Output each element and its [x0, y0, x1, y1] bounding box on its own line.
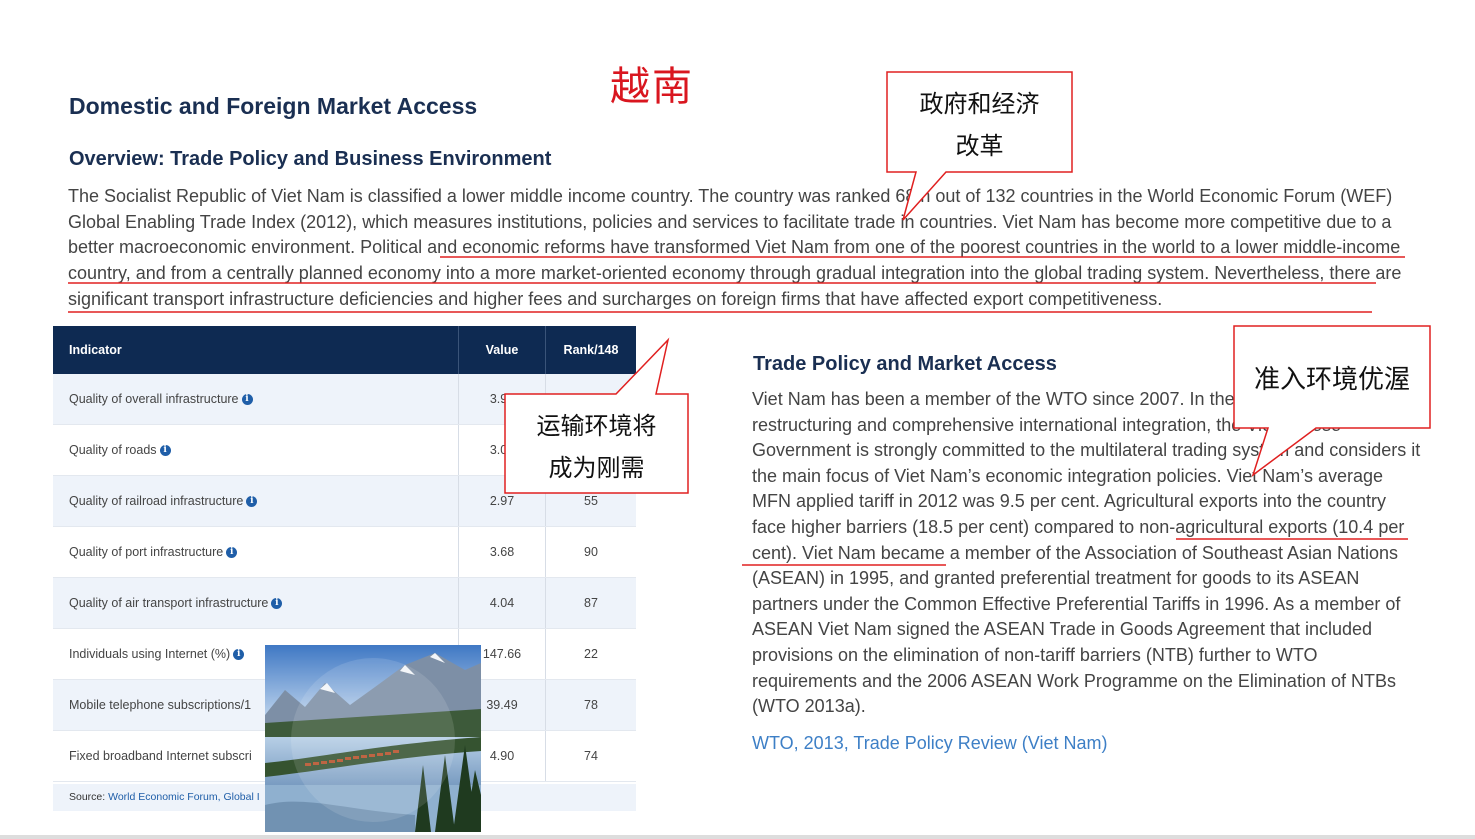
callout-transport-line2: 成为刚需 [548, 455, 645, 482]
callout-transport: 运输环境将 成为刚需 [505, 406, 688, 490]
callout-transport-line1: 运输环境将 [536, 413, 657, 440]
bottom-divider [0, 835, 1475, 839]
callout-reform-line1: 政府和经济 [919, 91, 1040, 118]
callout-shapes [504, 71, 1431, 494]
callout-reform: 政府和经济 改革 [887, 84, 1072, 168]
callout-access-line1: 准入环境优渥 [1253, 364, 1410, 394]
callout-reform-line2: 改革 [955, 133, 1004, 160]
callout-access: 准入环境优渥 [1234, 358, 1430, 400]
